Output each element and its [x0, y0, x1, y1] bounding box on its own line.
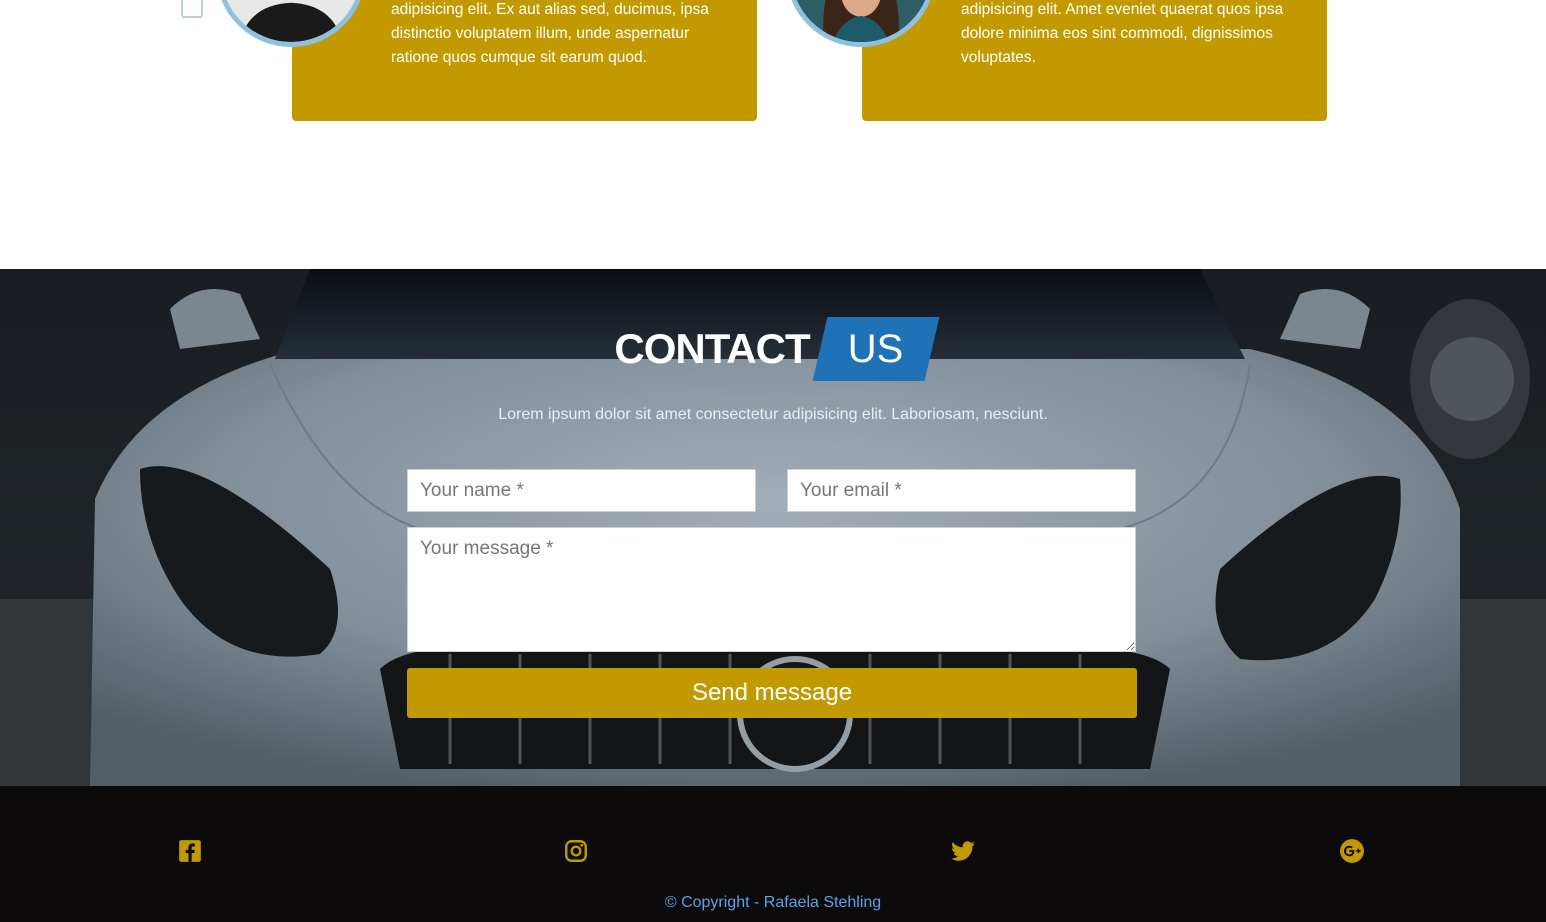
twitter-icon[interactable]: [950, 838, 976, 864]
facebook-icon[interactable]: [177, 838, 203, 864]
instagram-icon[interactable]: [563, 838, 589, 864]
contact-section: CONTACT US Lorem ipsum dolor sit amet co…: [0, 269, 1546, 786]
heading-contact-text: CONTACT: [614, 325, 810, 372]
contact-heading: CONTACT US: [0, 317, 1546, 381]
name-field[interactable]: [407, 469, 756, 512]
carousel-indicator[interactable]: [181, 0, 203, 18]
testimonial-text: adipisicing elit. Amet eveniet quaerat q…: [961, 1, 1284, 66]
contact-subtitle: Lorem ipsum dolor sit amet consectetur a…: [498, 406, 1048, 423]
testimonial-card: adipisicing elit. Amet eveniet quaerat q…: [862, 0, 1327, 121]
send-message-button[interactable]: Send message: [407, 668, 1137, 718]
heading-us-badge: US: [820, 317, 932, 381]
testimonial-text: adipisicing elit. Ex aut alias sed, duci…: [391, 1, 709, 66]
message-field[interactable]: [407, 527, 1136, 652]
email-field[interactable]: [787, 469, 1136, 512]
footer: © Copyright - Rafaela Stehling: [0, 786, 1546, 922]
google-plus-icon[interactable]: [1339, 838, 1365, 864]
copyright-text: © Copyright - Rafaela Stehling: [664, 894, 882, 911]
testimonials-section: adipisicing elit. Ex aut alias sed, duci…: [0, 0, 1546, 269]
testimonial-card: adipisicing elit. Ex aut alias sed, duci…: [292, 0, 757, 121]
